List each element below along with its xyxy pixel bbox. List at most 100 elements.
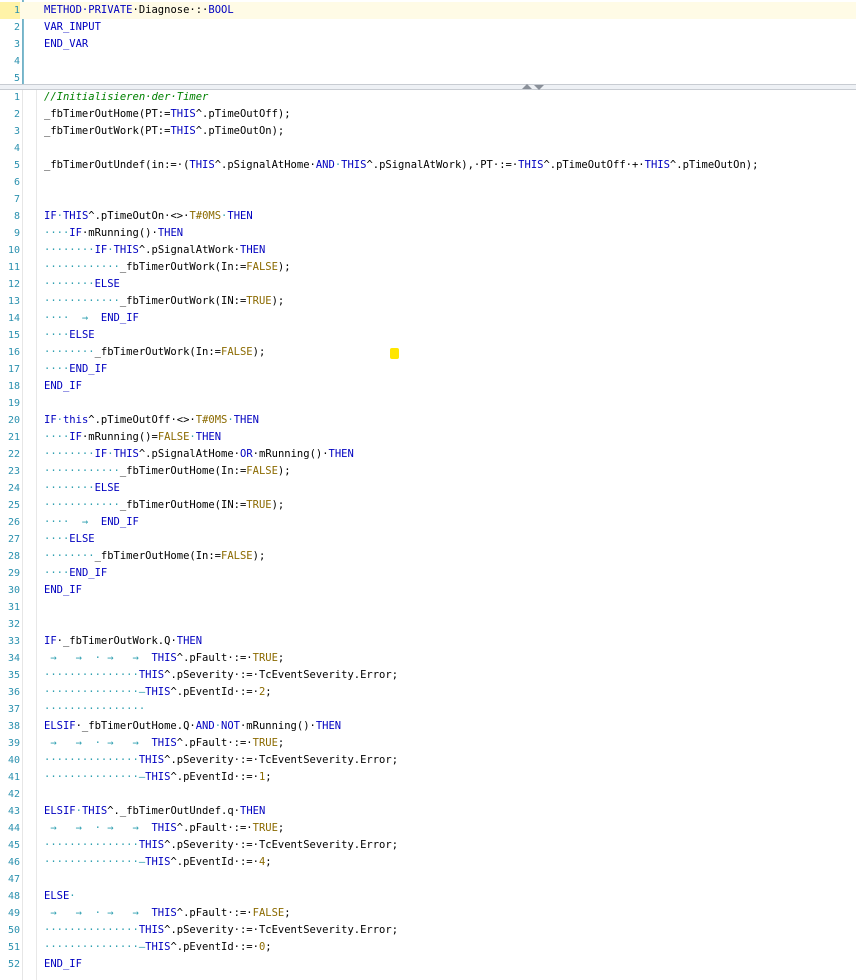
code-line[interactable]: 46 ···············—THIS^.pEventId·:=·4; bbox=[0, 854, 856, 871]
code-line[interactable]: 12 ········ELSE bbox=[0, 276, 856, 293]
code-text[interactable]: _fbTimerOutWork(PT:=THIS^.pTimeOutOn); bbox=[44, 123, 284, 140]
code-line[interactable]: 4 bbox=[0, 140, 856, 157]
code-line[interactable]: 24 ········ELSE bbox=[0, 480, 856, 497]
code-text[interactable]: ············_fbTimerOutWork(In:=FALSE); bbox=[44, 259, 291, 276]
code-line[interactable]: 40 ···············THIS^.pSeverity·:=·TcEv… bbox=[0, 752, 856, 769]
code-line[interactable]: 3 _fbTimerOutWork(PT:=THIS^.pTimeOutOn); bbox=[0, 123, 856, 140]
code-line[interactable]: 50 ···············THIS^.pSeverity·:=·TcEv… bbox=[0, 922, 856, 939]
code-line[interactable]: 31 bbox=[0, 599, 856, 616]
code-text[interactable]: END_IF bbox=[44, 956, 82, 973]
code-text[interactable]: ········_fbTimerOutHome(In:=FALSE); bbox=[44, 548, 265, 565]
code-line[interactable]: 38 ELSIF·_fbTimerOutHome.Q·AND·NOT·mRunni… bbox=[0, 718, 856, 735]
code-line[interactable]: 9 ····IF·mRunning()·THEN bbox=[0, 225, 856, 242]
bookmark-marker-icon[interactable] bbox=[390, 348, 399, 359]
code-line[interactable]: 5 bbox=[0, 70, 856, 84]
code-line[interactable]: 48 ELSE· bbox=[0, 888, 856, 905]
code-line[interactable]: 43 ELSIF·THIS^._fbTimerOutUndef.q·THEN bbox=[0, 803, 856, 820]
code-line[interactable]: 18 END_IF bbox=[0, 378, 856, 395]
code-text[interactable]: → → · → → THIS^.pFault·:=·TRUE; bbox=[44, 735, 284, 752]
code-line[interactable]: 2 _fbTimerOutHome(PT:=THIS^.pTimeOutOff); bbox=[0, 106, 856, 123]
code-line[interactable]: 52 END_IF bbox=[0, 956, 856, 973]
code-text[interactable]: ············_fbTimerOutHome(In:=FALSE); bbox=[44, 463, 291, 480]
code-line[interactable]: 13 ············_fbTimerOutWork(IN:=TRUE); bbox=[0, 293, 856, 310]
code-text[interactable]: ···· → END_IF bbox=[44, 310, 139, 327]
code-line[interactable]: 30 END_IF bbox=[0, 582, 856, 599]
code-line[interactable]: 22 ········IF·THIS^.pSignalAtHome·OR·mRun… bbox=[0, 446, 856, 463]
code-line[interactable]: 26 ···· → END_IF bbox=[0, 514, 856, 531]
code-text[interactable]: ········IF·THIS^.pSignalAtWork·THEN bbox=[44, 242, 265, 259]
code-text[interactable]: METHOD·PRIVATE·Diagnose·:·BOOL bbox=[44, 2, 234, 19]
code-text[interactable]: ELSE· bbox=[44, 888, 76, 905]
code-text[interactable]: ····END_IF bbox=[44, 361, 107, 378]
code-line[interactable]: 25 ············_fbTimerOutHome(IN:=TRUE); bbox=[0, 497, 856, 514]
code-text[interactable]: ELSIF·_fbTimerOutHome.Q·AND·NOT·mRunning… bbox=[44, 718, 341, 735]
code-text[interactable]: ···············THIS^.pSeverity·:=·TcEven… bbox=[44, 837, 398, 854]
code-text[interactable]: → → · → → THIS^.pFault·:=·FALSE; bbox=[44, 905, 290, 922]
code-text[interactable]: ········ELSE bbox=[44, 276, 120, 293]
code-text[interactable]: ········IF·THIS^.pSignalAtHome·OR·mRunni… bbox=[44, 446, 354, 463]
code-line[interactable]: 3 END_VAR bbox=[0, 36, 856, 53]
code-text[interactable]: ········_fbTimerOutWork(In:=FALSE); bbox=[44, 344, 265, 361]
code-line[interactable]: 37 ················ bbox=[0, 701, 856, 718]
code-line[interactable]: 16 ········_fbTimerOutWork(In:=FALSE); bbox=[0, 344, 856, 361]
code-line[interactable]: 11 ············_fbTimerOutWork(In:=FALSE)… bbox=[0, 259, 856, 276]
code-line[interactable]: 21 ····IF·mRunning()=FALSE·THEN bbox=[0, 429, 856, 446]
code-line[interactable]: 49 → → · → → THIS^.pFault·:=·FALSE; bbox=[0, 905, 856, 922]
code-line[interactable]: 27 ····ELSE bbox=[0, 531, 856, 548]
code-line[interactable]: 34 → → · → → THIS^.pFault·:=·TRUE; bbox=[0, 650, 856, 667]
code-line[interactable]: 39 → → · → → THIS^.pFault·:=·TRUE; bbox=[0, 735, 856, 752]
code-text[interactable]: //Initialisieren·der·Timer bbox=[44, 90, 208, 106]
code-line[interactable]: 19 bbox=[0, 395, 856, 412]
code-text[interactable]: ········ELSE bbox=[44, 480, 120, 497]
code-line[interactable]: 7 bbox=[0, 191, 856, 208]
code-text[interactable]: → → · → → THIS^.pFault·:=·TRUE; bbox=[44, 650, 284, 667]
code-text[interactable]: ···············—THIS^.pEventId·:=·2; bbox=[44, 684, 272, 701]
code-line[interactable]: 4 bbox=[0, 53, 856, 70]
code-text[interactable]: ···············—THIS^.pEventId·:=·0; bbox=[44, 939, 272, 956]
code-text[interactable]: VAR_INPUT bbox=[44, 19, 101, 36]
code-line[interactable]: 28 ········_fbTimerOutHome(In:=FALSE); bbox=[0, 548, 856, 565]
code-text[interactable]: ····IF·mRunning()=FALSE·THEN bbox=[44, 429, 221, 446]
code-text[interactable]: _fbTimerOutUndef(in:=·(THIS^.pSignalAtHo… bbox=[44, 157, 758, 174]
code-line[interactable]: 32 bbox=[0, 616, 856, 633]
declaration-editor[interactable]: 1 METHOD·PRIVATE·Diagnose·:·BOOL 2 VAR_INPU… bbox=[0, 0, 856, 84]
code-line[interactable]: 35 ···············THIS^.pSeverity·:=·TcEv… bbox=[0, 667, 856, 684]
code-line[interactable]: 29 ····END_IF bbox=[0, 565, 856, 582]
code-line[interactable]: 6 bbox=[0, 174, 856, 191]
code-line[interactable]: 1 METHOD·PRIVATE·Diagnose·:·BOOL bbox=[0, 2, 856, 19]
code-text[interactable]: ···············—THIS^.pEventId·:=·4; bbox=[44, 854, 272, 871]
code-line[interactable]: 42 bbox=[0, 786, 856, 803]
code-text[interactable]: ····END_IF bbox=[44, 565, 107, 582]
code-text[interactable]: ····IF·mRunning()·THEN bbox=[44, 225, 183, 242]
code-line[interactable]: 51 ···············—THIS^.pEventId·:=·0; bbox=[0, 939, 856, 956]
code-line[interactable]: 41 ···············—THIS^.pEventId·:=·1; bbox=[0, 769, 856, 786]
code-text[interactable]: ············_fbTimerOutWork(IN:=TRUE); bbox=[44, 293, 284, 310]
code-line[interactable]: 15 ····ELSE bbox=[0, 327, 856, 344]
code-text[interactable]: END_IF bbox=[44, 378, 82, 395]
code-line[interactable]: 45 ···············THIS^.pSeverity·:=·TcEv… bbox=[0, 837, 856, 854]
code-text[interactable]: → → · → → THIS^.pFault·:=·TRUE; bbox=[44, 820, 284, 837]
code-line[interactable]: 44 → → · → → THIS^.pFault·:=·TRUE; bbox=[0, 820, 856, 837]
code-text[interactable]: ············_fbTimerOutHome(IN:=TRUE); bbox=[44, 497, 284, 514]
code-text[interactable]: END_IF bbox=[44, 582, 82, 599]
code-text[interactable]: ···············THIS^.pSeverity·:=·TcEven… bbox=[44, 667, 398, 684]
code-line[interactable]: 8 IF·THIS^.pTimeOutOn·<>·T#0MS·THEN bbox=[0, 208, 856, 225]
code-text[interactable]: ················ bbox=[44, 701, 145, 718]
code-line[interactable]: 33 IF·_fbTimerOutWork.Q·THEN bbox=[0, 633, 856, 650]
code-line[interactable]: 10 ········IF·THIS^.pSignalAtWork·THEN bbox=[0, 242, 856, 259]
code-text[interactable]: END_VAR bbox=[44, 36, 88, 53]
code-line[interactable]: 14 ···· → END_IF bbox=[0, 310, 856, 327]
code-line[interactable]: 20 IF·this^.pTimeOutOff·<>·T#0MS·THEN bbox=[0, 412, 856, 429]
code-line[interactable]: 2 VAR_INPUT bbox=[0, 19, 856, 36]
code-line[interactable]: 23 ············_fbTimerOutHome(In:=FALSE)… bbox=[0, 463, 856, 480]
code-text[interactable]: IF·_fbTimerOutWork.Q·THEN bbox=[44, 633, 202, 650]
code-text[interactable]: ···············THIS^.pSeverity·:=·TcEven… bbox=[44, 922, 398, 939]
code-line[interactable]: 36 ···············—THIS^.pEventId·:=·2; bbox=[0, 684, 856, 701]
code-text[interactable]: ····ELSE bbox=[44, 327, 95, 344]
code-text[interactable]: ···············THIS^.pSeverity·:=·TcEven… bbox=[44, 752, 398, 769]
code-text[interactable]: ELSIF·THIS^._fbTimerOutUndef.q·THEN bbox=[44, 803, 265, 820]
code-text[interactable]: ···············—THIS^.pEventId·:=·1; bbox=[44, 769, 272, 786]
code-text[interactable]: IF·THIS^.pTimeOutOn·<>·T#0MS·THEN bbox=[44, 208, 253, 225]
code-text[interactable]: ···· → END_IF bbox=[44, 514, 139, 531]
code-text[interactable]: _fbTimerOutHome(PT:=THIS^.pTimeOutOff); bbox=[44, 106, 291, 123]
